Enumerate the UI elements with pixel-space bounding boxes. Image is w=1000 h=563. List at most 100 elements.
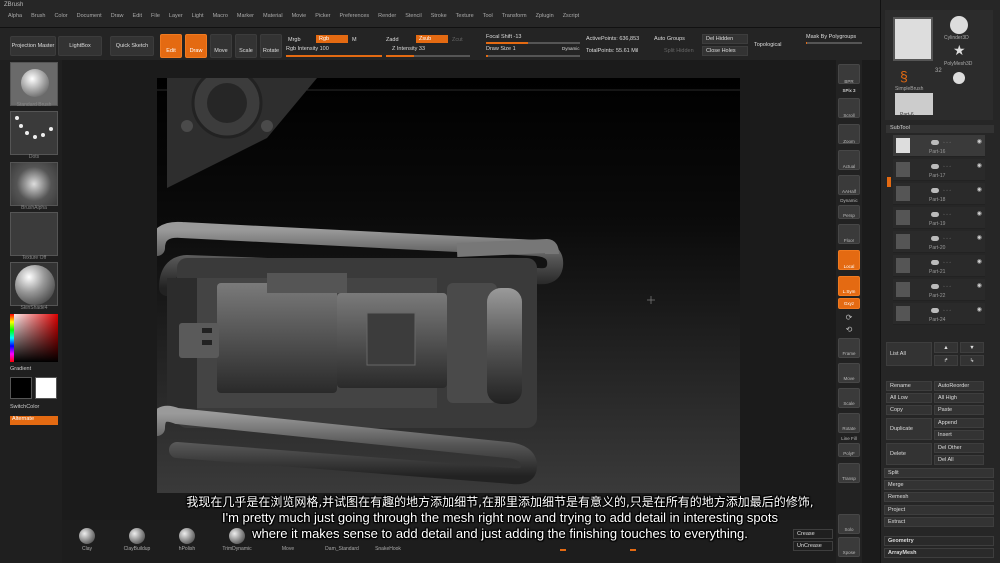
split-menu[interactable]: Split (884, 468, 994, 478)
subtool-item[interactable]: ◦ ◦ ◦ ◉ Part-22 (893, 279, 985, 301)
menu-zscript[interactable]: Zscript (563, 13, 580, 19)
menu-preferences[interactable]: Preferences (340, 13, 370, 19)
menu-document[interactable]: Document (77, 13, 102, 19)
current-tool-thumbnail[interactable] (893, 17, 933, 61)
copy-button[interactable]: Copy (886, 405, 932, 415)
subtool-toggle[interactable] (931, 284, 939, 289)
auto-groups-button[interactable]: Auto Groups (654, 36, 685, 42)
insert-button[interactable]: Insert (934, 430, 984, 440)
subtool-toggle[interactable] (931, 236, 939, 241)
rotate-button[interactable]: Rotate (260, 34, 282, 58)
duplicate-button[interactable]: Duplicate (886, 418, 932, 440)
menu-brush[interactable]: Brush (31, 13, 45, 19)
main-color-swatch[interactable] (10, 377, 32, 399)
rotate-y-icon[interactable]: ⟲ (835, 325, 863, 334)
subtool-options[interactable]: ◦ ◦ ◦ (943, 164, 951, 170)
all-high-button[interactable]: All High (934, 393, 984, 403)
subtool-item[interactable]: ◦ ◦ ◦ ◉ Part-21 (893, 255, 985, 277)
subtool-options[interactable]: ◦ ◦ ◦ (943, 260, 951, 266)
hue-strip[interactable] (10, 314, 14, 362)
subtool-item[interactable]: ◦ ◦ ◦ ◉ Part-19 (893, 207, 985, 229)
alpha-thumbnail[interactable] (10, 162, 58, 206)
m-toggle[interactable]: M (352, 37, 357, 43)
lightbox-button[interactable]: LightBox (58, 36, 102, 56)
dynamic-toggle[interactable]: Dynamic (562, 46, 580, 51)
topological-toggle[interactable]: Topological (754, 42, 782, 48)
alternate-button[interactable]: Alternate (10, 416, 58, 425)
rename-button[interactable]: Rename (886, 381, 932, 391)
rgb-intensity-slider[interactable] (286, 55, 382, 57)
mrgb-toggle[interactable]: Mrgb (288, 37, 301, 43)
mask-by-polygroups-slider[interactable] (806, 42, 862, 44)
eye-icon[interactable]: ◉ (977, 138, 982, 145)
subtool-toggle[interactable] (931, 308, 939, 313)
zcut-toggle[interactable]: Zcut (452, 37, 463, 43)
menu-layer[interactable]: Layer (169, 13, 183, 19)
move-up-icon[interactable]: ↱ (934, 355, 958, 366)
polymesh3d-icon[interactable]: ★ (953, 42, 966, 59)
rotate-axis-icon[interactable]: ⟳ (835, 313, 863, 322)
rgb-toggle[interactable]: Rgb (316, 35, 348, 43)
menu-picker[interactable]: Picker (315, 13, 330, 19)
subtool-toggle[interactable] (931, 164, 939, 169)
spix-setting[interactable]: SPix 3 (835, 88, 863, 93)
timeline-marker[interactable] (630, 549, 636, 551)
menu-stroke[interactable]: Stroke (431, 13, 447, 19)
subtool-options[interactable]: ◦ ◦ ◦ (943, 284, 951, 290)
menu-draw[interactable]: Draw (111, 13, 124, 19)
list-all-button[interactable]: List All (886, 342, 932, 366)
switch-color-button[interactable]: SwitchColor (10, 404, 39, 410)
subtool-item[interactable]: ◦ ◦ ◦ ◉ Part-17 (893, 159, 985, 181)
subtool-toggle[interactable] (931, 260, 939, 265)
menu-light[interactable]: Light (192, 13, 204, 19)
eye-icon[interactable]: ◉ (977, 282, 982, 289)
menu-zplugin[interactable]: Zplugin (536, 13, 554, 19)
edit-button[interactable]: Edit (160, 34, 182, 58)
menu-color[interactable]: Color (54, 13, 67, 19)
subtool-options[interactable]: ◦ ◦ ◦ (943, 308, 951, 314)
subtool-item[interactable]: ◦ ◦ ◦ ◉ Part-16 (893, 135, 985, 157)
secondary-color-swatch[interactable] (35, 377, 57, 399)
gradient-label[interactable]: Gradient (10, 366, 31, 372)
menu-material[interactable]: Material (263, 13, 283, 19)
material-thumbnail[interactable] (10, 262, 58, 306)
all-low-button[interactable]: All Low (886, 393, 932, 403)
menu-tool[interactable]: Tool (483, 13, 493, 19)
simplebrush-icon[interactable]: § (900, 68, 908, 84)
zadd-toggle[interactable]: Zadd (386, 37, 399, 43)
del-all-button[interactable]: Del All (934, 455, 984, 465)
brush-thumbnail[interactable] (10, 62, 58, 106)
snakehook-brush-label[interactable]: SnakeHook (368, 546, 408, 552)
eye-icon[interactable]: ◉ (977, 258, 982, 265)
subtool-item[interactable]: ◦ ◦ ◦ ◉ Part-18 (893, 183, 985, 205)
subtool-options[interactable]: ◦ ◦ ◦ (943, 212, 951, 218)
menu-transform[interactable]: Transform (502, 13, 527, 19)
zsub-toggle[interactable]: Zsub (416, 35, 448, 43)
menu-stencil[interactable]: Stencil (405, 13, 422, 19)
canvas-viewport[interactable] (157, 78, 740, 493)
eye-icon[interactable]: ◉ (977, 210, 982, 217)
draw-button[interactable]: Draw (185, 34, 207, 58)
arraymesh-menu[interactable]: ArrayMesh (884, 548, 994, 558)
subtool-header[interactable]: SubTool (886, 125, 994, 133)
focal-shift-slider[interactable] (486, 42, 580, 44)
eye-icon[interactable]: ◉ (977, 186, 982, 193)
menu-alpha[interactable]: Alpha (8, 13, 22, 19)
subtool-options[interactable]: ◦ ◦ ◦ (943, 236, 951, 242)
subtool-toggle[interactable] (931, 212, 939, 217)
scale-button[interactable]: Scale (235, 34, 257, 58)
merge-menu[interactable]: Merge (884, 480, 994, 490)
z-intensity-slider[interactable] (386, 55, 470, 57)
uncrease-button[interactable]: UnCrease (793, 541, 833, 551)
menu-file[interactable]: File (151, 13, 160, 19)
subtool-toggle[interactable] (931, 140, 939, 145)
arrow-up-icon[interactable]: ▲ (934, 342, 958, 353)
close-holes-button[interactable]: Close Holes (702, 46, 748, 56)
subtool-toggle[interactable] (931, 188, 939, 193)
subtool-item[interactable]: ◦ ◦ ◦ ◉ Part-24 (893, 303, 985, 325)
subtool-scrollbar[interactable] (886, 133, 892, 343)
eye-icon[interactable]: ◉ (977, 306, 982, 313)
menu-texture[interactable]: Texture (456, 13, 474, 19)
sphere-tool-icon[interactable] (953, 72, 965, 84)
del-other-button[interactable]: Del Other (934, 443, 984, 453)
